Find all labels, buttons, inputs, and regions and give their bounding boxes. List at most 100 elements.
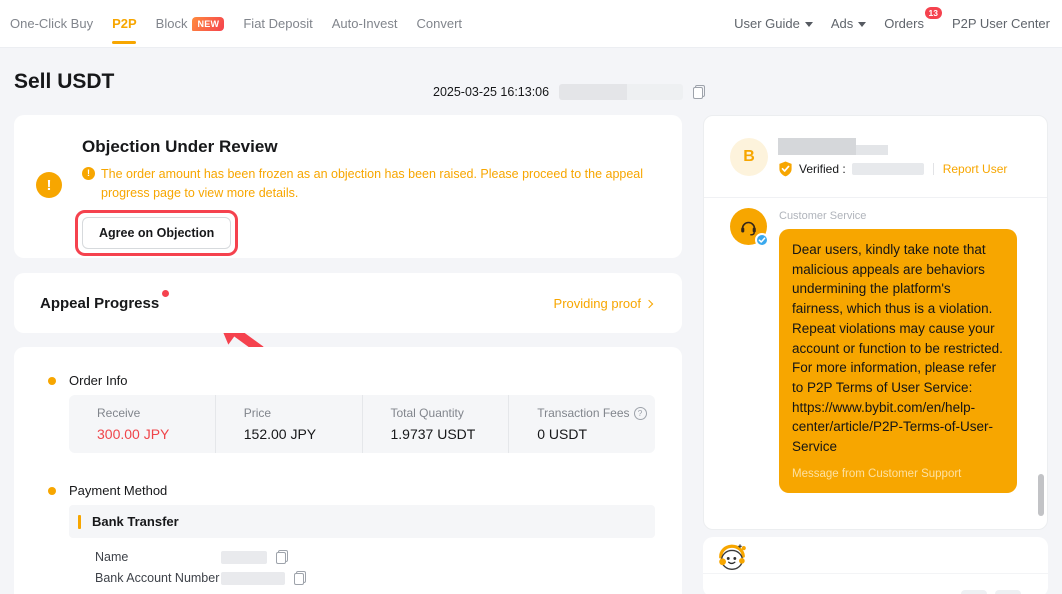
report-user-link[interactable]: Report User [943,162,1008,176]
nav-block[interactable]: Block NEW [156,0,225,47]
chevron-down-icon [805,22,813,27]
customer-service-avatar [730,208,767,245]
notification-dot [162,290,169,297]
chat-panel: B Verified : Report User [703,115,1048,530]
nav-right-group: User Guide Ads Orders 13 P2P User Center [734,0,1050,47]
order-info-box: Receive 300.00 JPY Price 152.00 JPY Tota… [69,395,655,453]
appeal-title-text: Appeal Progress [40,295,159,312]
nav-orders[interactable]: Orders 13 [884,0,934,47]
customer-service-content: Customer Service Dear users, kindly take… [779,208,1017,493]
nav-label: Fiat Deposit [243,16,312,31]
counterparty-avatar[interactable]: B [730,138,768,176]
nav-label: P2P [112,16,137,31]
verified-value-redacted [852,163,924,175]
copy-icon[interactable] [276,550,288,564]
nav-one-click-buy[interactable]: One-Click Buy [10,0,93,47]
transaction-fees-text: Transaction Fees [537,406,629,420]
bank-transfer-header: Bank Transfer [69,505,655,538]
user-guide-dropdown[interactable]: User Guide [734,0,813,47]
objection-card: ! Objection Under Review ! The order amo… [14,115,682,258]
providing-proof-link[interactable]: Providing proof [554,296,652,311]
divider [933,163,934,175]
price-value: 152.00 JPY [244,426,362,442]
copy-icon[interactable] [693,85,705,99]
ads-dropdown[interactable]: Ads [831,0,866,47]
help-icon[interactable]: ? [634,407,647,420]
order-info-section-header: Order Info [48,373,128,388]
message-footer: Message from Customer Support [792,466,1004,483]
active-tab-underline [112,41,136,44]
copy-icon[interactable] [294,571,306,585]
name-redacted-block [778,138,856,155]
highlight-annotation-box: Agree on Objection [75,210,238,256]
verified-shield-icon [778,161,793,177]
divider [704,197,1047,198]
p2p-order-page: One-Click Buy P2P Block NEW Fiat Deposit… [0,0,1062,594]
nav-label: P2P User Center [952,16,1050,31]
nav-fiat-deposit[interactable]: Fiat Deposit [243,0,312,47]
nav-label: Block [156,16,188,31]
nav-auto-invest[interactable]: Auto-Invest [332,0,398,47]
transaction-fees-field: Transaction Fees ? 0 USDT [508,395,655,453]
chevron-down-icon [858,22,866,27]
name-redacted-block [856,145,888,155]
customer-service-message-row: Customer Service Dear users, kindly take… [730,208,1017,493]
appeal-progress-title: Appeal Progress [40,295,159,312]
objection-content: Objection Under Review ! The order amoun… [82,115,682,256]
nav-label: User Guide [734,16,800,31]
total-quantity-label: Total Quantity [391,406,509,420]
quick-action-stub [961,590,987,594]
nav-left-group: One-Click Buy P2P Block NEW Fiat Deposit… [10,0,462,47]
counterparty-info: Verified : Report User [778,138,1007,177]
top-navigation: One-Click Buy P2P Block NEW Fiat Deposit… [0,0,1062,48]
objection-warning: ! The order amount has been frozen as an… [82,165,668,203]
order-id-redacted [559,84,683,100]
warning-text: The order amount has been frozen as an o… [101,165,668,203]
headset-icon [739,218,758,236]
agree-on-objection-button[interactable]: Agree on Objection [82,217,231,249]
total-quantity-field: Total Quantity 1.9737 USDT [362,395,509,453]
verified-row: Verified : Report User [778,161,1007,177]
nav-convert[interactable]: Convert [417,0,463,47]
providing-proof-label: Providing proof [554,296,641,311]
nav-p2p[interactable]: P2P [112,0,137,47]
customer-service-message: Dear users, kindly take note that malici… [792,240,1004,457]
nav-label: Orders [884,16,924,31]
receive-label: Receive [97,406,215,420]
order-timestamp: 2025-03-25 16:13:06 [433,85,549,99]
nav-label: Convert [417,16,463,31]
bank-transfer-label: Bank Transfer [92,514,179,529]
customer-service-bubble: Dear users, kindly take note that malici… [779,229,1017,493]
counterparty-row: B Verified : Report User [730,138,1007,177]
order-details-card: Order Info Receive 300.00 JPY Price 152.… [14,347,682,594]
total-quantity-value: 1.9737 USDT [391,426,509,442]
nav-label: Ads [831,16,853,31]
warning-icon: ! [82,167,95,180]
nav-label: Auto-Invest [332,16,398,31]
payment-name-row: Name [95,550,288,564]
support-bot-icon[interactable] [716,542,748,574]
nav-p2p-user-center[interactable]: P2P User Center [952,0,1050,47]
quick-action-stub [995,590,1021,594]
payment-method-section-header: Payment Method [48,483,167,498]
price-field: Price 152.00 JPY [215,395,362,453]
chat-input-bar [703,537,1048,594]
transaction-fees-value: 0 USDT [537,426,655,442]
receive-field: Receive 300.00 JPY [69,395,215,453]
order-meta: 2025-03-25 16:13:06 [433,84,705,100]
section-bullet-icon [48,377,56,385]
bank-account-number-label: Bank Account Number [95,571,221,585]
receive-value: 300.00 JPY [97,426,215,442]
objection-title: Objection Under Review [82,137,682,157]
price-label: Price [244,406,362,420]
new-badge: NEW [192,17,224,31]
accent-bar [78,515,81,529]
section-bullet-icon [48,487,56,495]
chevron-right-icon [645,299,653,307]
orders-count-badge: 13 [925,7,942,19]
chat-scrollbar[interactable] [1038,474,1044,516]
customer-service-label: Customer Service [779,210,1017,222]
account-number-redacted [221,572,285,585]
nav-label: One-Click Buy [10,16,93,31]
payment-method-title: Payment Method [69,483,167,498]
